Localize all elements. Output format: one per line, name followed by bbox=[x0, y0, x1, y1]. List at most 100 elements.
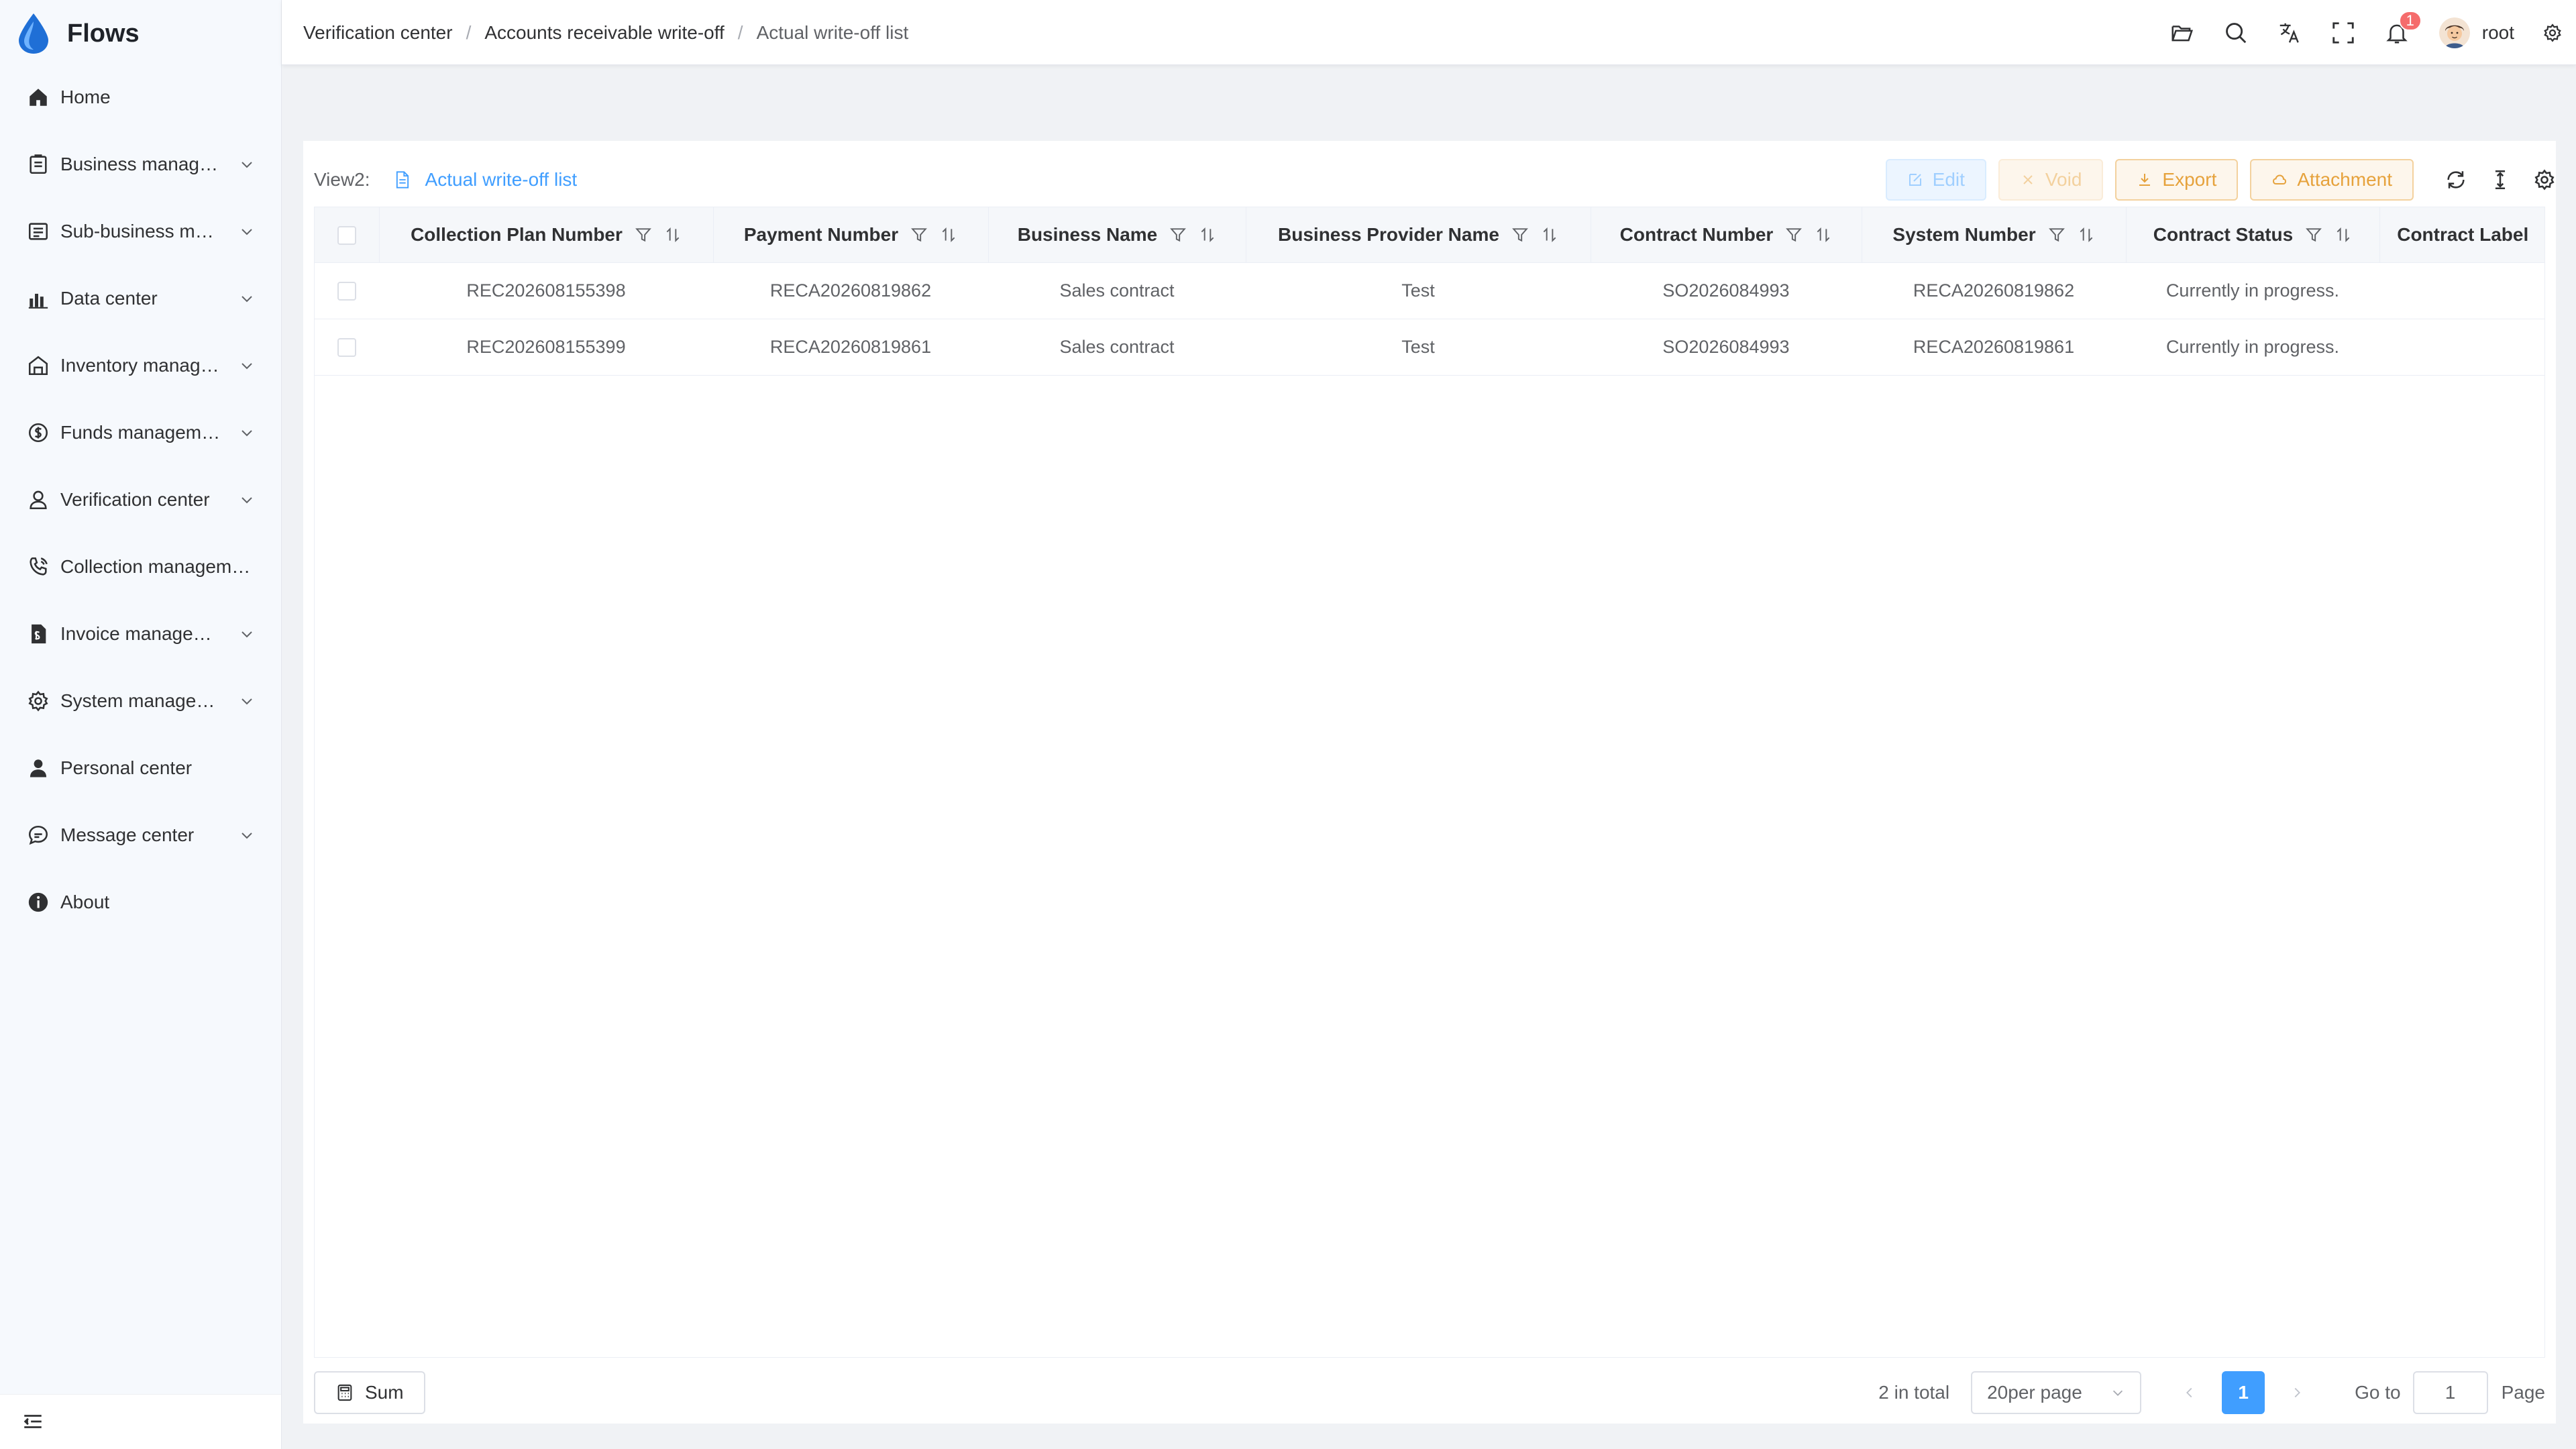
chevron-down-icon bbox=[241, 698, 252, 705]
table-cell: Test bbox=[1246, 319, 1591, 376]
close-icon bbox=[2023, 175, 2033, 184]
briefcase-icon bbox=[30, 154, 47, 174]
chevron-down-icon bbox=[241, 296, 252, 303]
void-button[interactable]: Void bbox=[1998, 159, 2104, 201]
collapse-sidebar-icon[interactable] bbox=[21, 1410, 44, 1433]
table-cell: Test bbox=[1246, 262, 1591, 319]
info-icon bbox=[28, 892, 48, 912]
view-tab-actual-write-off-list[interactable]: Actual write-off list bbox=[393, 169, 577, 191]
notification-count-badge: 1 bbox=[2398, 10, 2422, 31]
sort-icon[interactable] bbox=[2078, 226, 2095, 244]
table-row[interactable]: REC202608155398 RECA20260819862 Sales co… bbox=[315, 262, 2544, 319]
filter-icon[interactable] bbox=[2305, 226, 2322, 244]
column-header: Contract Number bbox=[1591, 207, 1862, 263]
table-cell: Sales contract bbox=[988, 262, 1246, 319]
sort-icon[interactable] bbox=[1815, 226, 1832, 244]
filter-icon[interactable] bbox=[1169, 226, 1187, 244]
goto-page-input[interactable] bbox=[2412, 1371, 2488, 1414]
refresh-icon[interactable] bbox=[2445, 168, 2467, 191]
column-header: Contract Status bbox=[2126, 207, 2380, 263]
edit-label: Edit bbox=[1932, 169, 1965, 190]
sidebar-item-label: Business manag… bbox=[60, 154, 219, 174]
sort-icon[interactable] bbox=[1541, 226, 1558, 244]
sort-icon[interactable] bbox=[1199, 226, 1216, 244]
sidebar-item-home[interactable]: Home bbox=[0, 64, 282, 131]
page-size-select[interactable]: 20per page bbox=[1971, 1371, 2142, 1414]
sidebar-item-label: Verification center bbox=[60, 489, 210, 510]
prev-page-button[interactable] bbox=[2168, 1371, 2211, 1414]
avatar bbox=[2438, 17, 2470, 48]
document-list-icon bbox=[28, 223, 48, 240]
row-checkbox[interactable] bbox=[337, 338, 356, 358]
edit-button[interactable]: Edit bbox=[1885, 159, 1986, 201]
column-header-label: Collection Plan Number bbox=[411, 223, 623, 245]
water-drop-logo-icon bbox=[19, 13, 48, 54]
sort-icon[interactable] bbox=[664, 226, 682, 244]
select-all-cell bbox=[315, 207, 380, 263]
page-number-button[interactable]: 1 bbox=[2222, 1371, 2265, 1414]
chevron-right-icon bbox=[2294, 1387, 2301, 1398]
attachment-label: Attachment bbox=[2297, 169, 2392, 190]
table-cell: SO2026084993 bbox=[1591, 319, 1862, 376]
view-label: View2: bbox=[314, 169, 370, 190]
sidebar-item-label: About bbox=[60, 892, 110, 912]
sidebar-item-personal-center[interactable]: Personal center bbox=[0, 735, 282, 802]
filter-icon[interactable] bbox=[910, 226, 928, 244]
sidebar-menu: Home Business manag… Sub-business m… Dat… bbox=[0, 64, 282, 936]
filter-icon[interactable] bbox=[1511, 226, 1529, 244]
cloud-icon bbox=[2273, 174, 2287, 184]
folder-open-icon[interactable] bbox=[2169, 20, 2195, 46]
export-button[interactable]: Export bbox=[2115, 159, 2239, 201]
sum-button[interactable]: Sum bbox=[314, 1371, 425, 1414]
chevron-down-icon bbox=[241, 229, 252, 235]
translate-icon[interactable] bbox=[2277, 20, 2302, 46]
invoice-icon bbox=[32, 624, 46, 644]
sidebar-item-system-management[interactable]: System manage… bbox=[0, 667, 282, 735]
next-page-button[interactable] bbox=[2275, 1371, 2318, 1414]
sidebar-item-label: Personal center bbox=[60, 757, 193, 778]
select-all-checkbox[interactable] bbox=[337, 226, 356, 246]
fullscreen-icon[interactable] bbox=[2330, 20, 2356, 46]
breadcrumb-separator: / bbox=[466, 21, 472, 43]
breadcrumb-item[interactable]: Verification center bbox=[303, 22, 453, 44]
filter-icon[interactable] bbox=[1785, 226, 1803, 244]
gear-icon[interactable] bbox=[2542, 23, 2563, 43]
sidebar-item-label: Sub-business m… bbox=[60, 221, 214, 241]
sort-icon[interactable] bbox=[940, 226, 957, 244]
row-checkbox[interactable] bbox=[337, 282, 356, 301]
table-cell bbox=[2379, 319, 2544, 376]
table-row[interactable]: REC202608155399 RECA20260819861 Sales co… bbox=[315, 319, 2544, 376]
column-header-label: Contract Status bbox=[2153, 223, 2294, 245]
sidebar-item-label: Funds managem… bbox=[60, 422, 221, 443]
sort-icon[interactable] bbox=[2334, 226, 2352, 244]
phone-icon bbox=[30, 557, 48, 576]
chevron-down-icon bbox=[241, 833, 252, 839]
sidebar-item-sub-business-management[interactable]: Sub-business m… bbox=[0, 198, 282, 265]
row-height-icon[interactable] bbox=[2489, 168, 2512, 191]
sidebar-item-invoice-management[interactable]: Invoice manage… bbox=[0, 600, 282, 667]
sidebar-item-verification-center[interactable]: Verification center bbox=[0, 466, 282, 533]
sidebar-item-message-center[interactable]: Message center bbox=[0, 802, 282, 869]
column-header-label: Payment Number bbox=[743, 223, 899, 245]
filter-icon[interactable] bbox=[635, 226, 652, 244]
filter-icon[interactable] bbox=[2048, 226, 2065, 244]
user-menu[interactable]: root bbox=[2438, 17, 2514, 48]
attachment-button[interactable]: Attachment bbox=[2250, 159, 2414, 201]
column-header: Business Provider Name bbox=[1246, 207, 1591, 263]
sidebar-item-about[interactable]: About bbox=[0, 869, 282, 936]
notifications-button[interactable]: 1 bbox=[2384, 10, 2422, 46]
chat-bubble-icon bbox=[28, 825, 48, 845]
sidebar-item-label: Invoice manage… bbox=[60, 623, 212, 644]
sidebar-item-funds-management[interactable]: Funds managem… bbox=[0, 399, 282, 466]
sidebar-item-business-management[interactable]: Business manag… bbox=[0, 131, 282, 198]
sidebar-item-data-center[interactable]: Data center bbox=[0, 265, 282, 332]
sidebar-item-inventory-management[interactable]: Inventory manag… bbox=[0, 332, 282, 399]
settings-icon[interactable] bbox=[2533, 168, 2556, 191]
bar-chart-icon bbox=[28, 293, 48, 309]
sidebar-item-label: System manage… bbox=[60, 690, 215, 711]
breadcrumb-item[interactable]: Accounts receivable write-off bbox=[484, 22, 724, 44]
data-table: Collection Plan Number Payment Number Bu… bbox=[314, 207, 2545, 1358]
sidebar-item-label: Data center bbox=[60, 288, 158, 309]
sidebar-item-collection-management[interactable]: Collection managem… bbox=[0, 533, 282, 600]
search-icon[interactable] bbox=[2223, 20, 2249, 46]
